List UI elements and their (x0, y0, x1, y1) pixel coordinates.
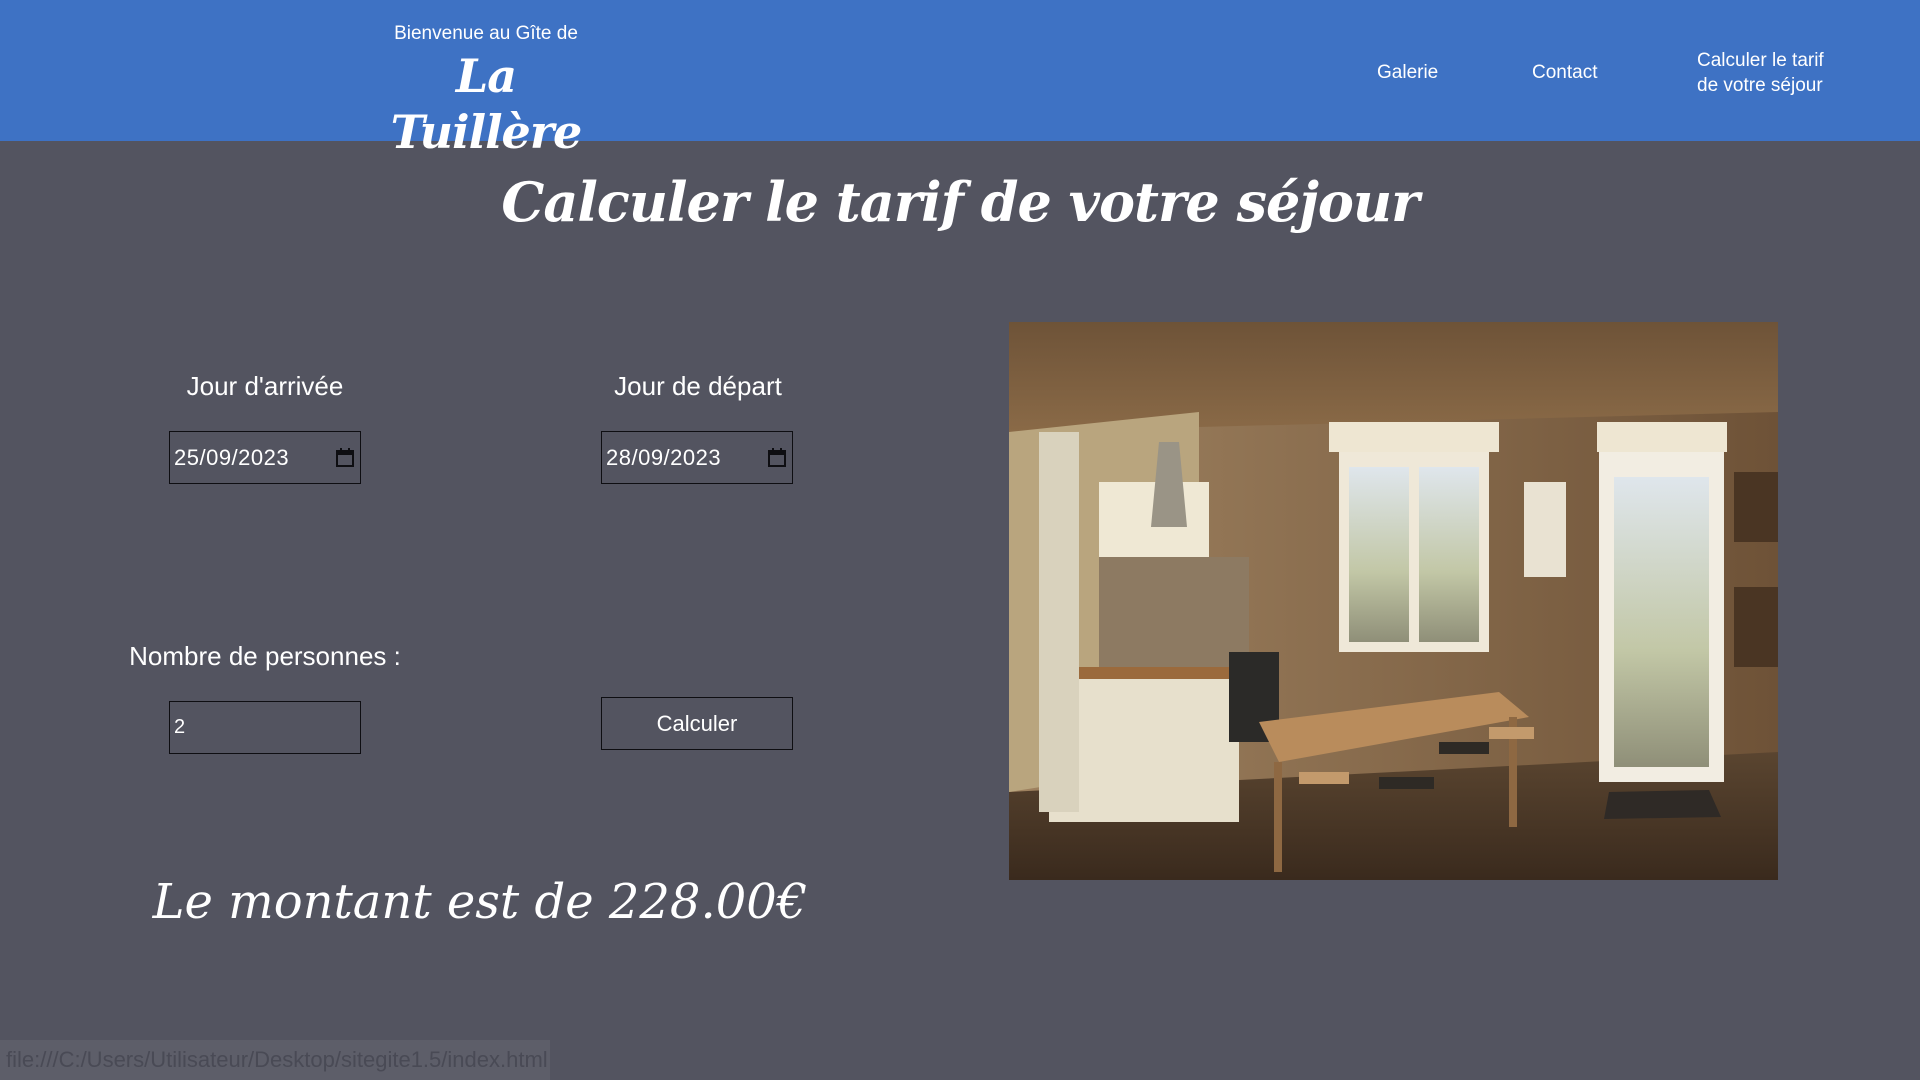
calendar-icon[interactable] (336, 448, 354, 467)
brand[interactable]: Bienvenue au Gîte de La Tuillère (386, 22, 586, 160)
site-header: Bienvenue au Gîte de La Tuillère Galerie… (0, 0, 1920, 159)
persons-count-input[interactable]: 2 (169, 701, 361, 754)
nav-link-calculer-tarif[interactable]: Calculer le tarif de votre séjour (1697, 48, 1847, 98)
status-bar-url: file:///C:/Users/Utilisateur/Desktop/sit… (0, 1040, 550, 1080)
nav-link-galerie[interactable]: Galerie (1377, 60, 1438, 85)
kitchen-photo (1009, 322, 1778, 880)
persons-count-label: Nombre de personnes : (129, 641, 401, 671)
departure-date-label: Jour de départ (614, 371, 782, 401)
result-amount: Le montant est de 228.00€ (152, 874, 808, 930)
persons-count-value: 2 (174, 716, 186, 738)
arrival-date-input[interactable]: 25/09/2023 (169, 431, 361, 484)
page-title: Calculer le tarif de votre séjour (501, 170, 1419, 234)
brand-tagline: Bienvenue au Gîte de (394, 23, 578, 44)
departure-date-input[interactable]: 28/09/2023 (601, 431, 793, 484)
brand-name: La Tuillère (390, 49, 583, 159)
arrival-date-value: 25/09/2023 (174, 444, 290, 470)
calendar-icon[interactable] (768, 448, 786, 467)
calculer-button[interactable]: Calculer (601, 697, 793, 750)
departure-date-value: 28/09/2023 (606, 444, 722, 470)
arrival-date-label: Jour d'arrivée (186, 371, 344, 401)
nav-link-contact[interactable]: Contact (1532, 60, 1597, 85)
